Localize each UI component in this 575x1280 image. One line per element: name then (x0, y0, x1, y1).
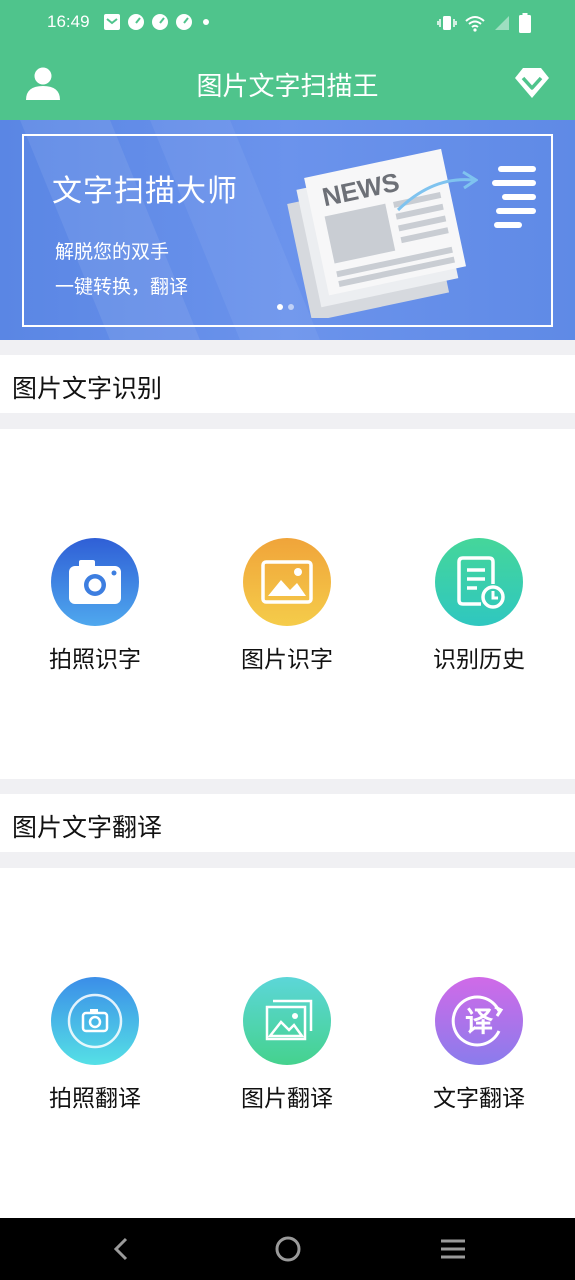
banner-subtitle-1: 解脱您的双手 (55, 241, 170, 263)
image-translate-icon (243, 977, 331, 1065)
svg-text:译: 译 (465, 1005, 494, 1038)
translation-panel: 拍照翻译 图片翻译 译 文字翻译 (0, 868, 575, 1218)
text-lines-icon (492, 166, 536, 228)
recognition-history-label: 识别历史 (433, 647, 525, 673)
translation-section-title: 图片文字翻译 (12, 813, 163, 842)
vibrate-icon (437, 16, 457, 30)
image-recognition-button[interactable]: 图片识字 (212, 538, 362, 674)
text-translate-icon: 译 (435, 977, 523, 1065)
photo-translate-label: 拍照翻译 (49, 1086, 141, 1112)
notification-icons (103, 13, 213, 31)
mail-notification-icon (104, 14, 120, 30)
translation-section-header: 图片文字翻译 (0, 794, 575, 852)
more-notifications-dot-icon (203, 19, 209, 25)
app-header: 16:49 图片文字扫描王 (0, 0, 575, 120)
banner-pagination[interactable] (277, 304, 294, 310)
image-icon (243, 538, 331, 626)
history-icon (435, 538, 523, 626)
recognition-section-header: 图片文字识别 (0, 355, 575, 413)
image-translate-button[interactable]: 图片翻译 (212, 977, 362, 1113)
speedometer-notification-icon-3 (176, 14, 192, 30)
photo-recognition-button[interactable]: 拍照识字 (20, 538, 170, 674)
battery-icon (519, 13, 531, 33)
banner-title: 文字扫描大师 (52, 174, 238, 209)
system-navigation-bar (0, 1218, 575, 1280)
speedometer-notification-icon-2 (152, 14, 168, 30)
status-bar: 16:49 (0, 0, 575, 48)
recognition-panel: 拍照识字 图片识字 识别历史 (0, 429, 575, 779)
vip-diamond-icon[interactable] (513, 64, 551, 102)
photo-recognition-label: 拍照识字 (49, 647, 141, 673)
image-translate-label: 图片翻译 (241, 1086, 333, 1112)
recognition-section-title: 图片文字识别 (12, 374, 163, 403)
status-time: 16:49 (47, 12, 90, 31)
speedometer-notification-icon (128, 14, 144, 30)
newspaper-illustration: NEWS (287, 148, 478, 318)
back-icon[interactable] (104, 1231, 140, 1267)
promo-banner[interactable]: 文字扫描大师 解脱您的双手 一键转换，翻译 NEWS (0, 120, 575, 340)
camera-icon (51, 538, 139, 626)
photo-translate-button[interactable]: 拍照翻译 (20, 977, 170, 1113)
banner-subtitle-2: 一键转换，翻译 (55, 276, 189, 298)
home-icon[interactable] (270, 1231, 306, 1267)
banner-dot-2[interactable] (288, 304, 294, 310)
recents-menu-icon[interactable] (435, 1231, 471, 1267)
app-title: 图片文字扫描王 (196, 72, 379, 102)
signal-icon (495, 16, 509, 30)
image-recognition-label: 图片识字 (241, 647, 333, 673)
system-status-icons (437, 13, 531, 33)
wifi-icon (465, 16, 485, 32)
banner-dot-1[interactable] (277, 304, 283, 310)
camera-translate-icon (51, 977, 139, 1065)
text-translate-label: 文字翻译 (433, 1086, 525, 1112)
text-translate-button[interactable]: 译 文字翻译 (404, 977, 554, 1113)
recognition-history-button[interactable]: 识别历史 (404, 538, 554, 674)
